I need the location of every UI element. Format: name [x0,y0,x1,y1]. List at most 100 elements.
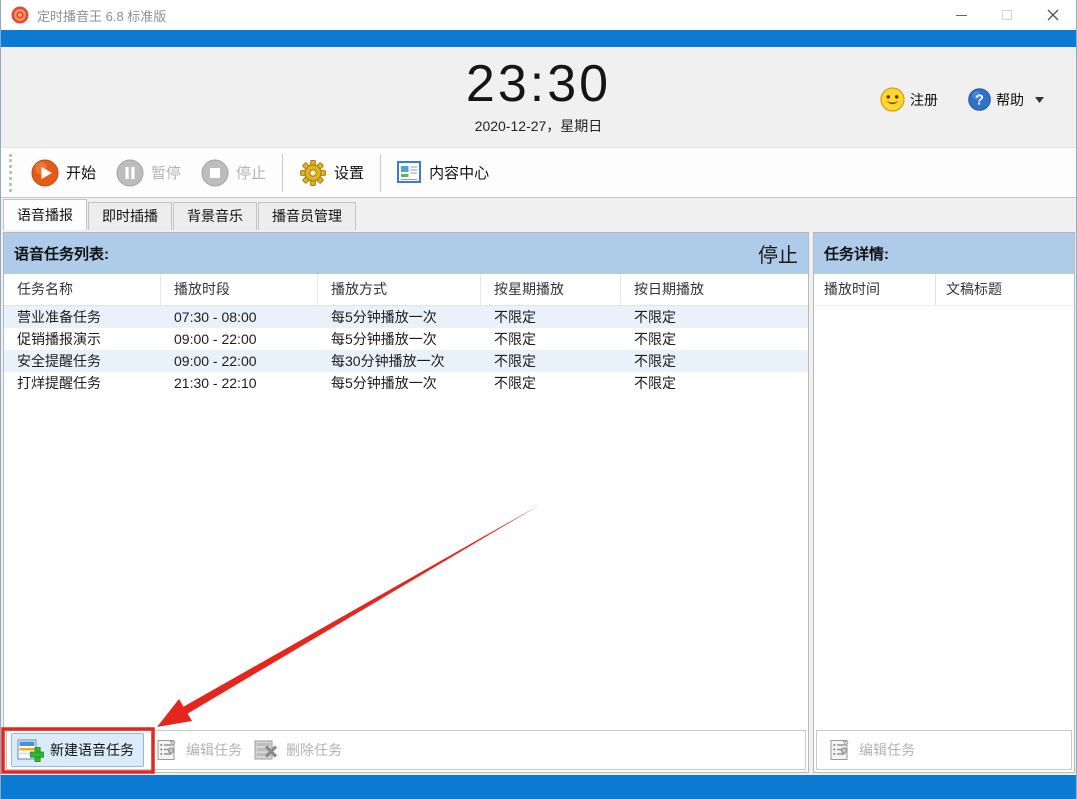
column-task-name[interactable]: 任务名称 [4,274,161,305]
task-table-header: 任务名称 播放时段 播放方式 按星期播放 按日期播放 [4,274,808,306]
edit-task-icon [157,739,176,760]
detail-edit-task-button[interactable]: 编辑任务 [829,738,915,762]
cell-by-date: 不限定 [634,331,676,347]
start-button[interactable]: 开始 [21,155,106,191]
settings-label: 设置 [334,165,365,182]
task-list-title: 语音任务列表: [14,246,109,263]
column-play-time[interactable]: 播放时间 [814,274,936,305]
new-task-icon [17,739,44,762]
window-title: 定时播音王 6.8 标准版 [37,8,167,24]
caret-down-icon [1035,96,1044,103]
task-detail-header: 任务详情: [814,233,1074,274]
new-voice-task-button[interactable]: 新建语音任务 [11,733,144,767]
start-label: 开始 [66,165,97,182]
app-window: 定时播音王 6.8 标准版 23:30 2020-12-27，星期日 注册 ? … [0,0,1077,799]
column-play-period[interactable]: 播放时段 [161,274,318,305]
tab-background-music[interactable]: 背景音乐 [173,202,257,230]
content-center-button[interactable]: 内容中心 [387,157,499,188]
cell-task-name: 营业准备任务 [17,309,101,325]
settings-button[interactable]: 设置 [289,155,374,191]
maximize-icon [1002,10,1012,20]
content-area: 语音任务列表: 停止 任务名称 播放时段 播放方式 按星期播放 按日期播放 营业… [1,230,1076,775]
task-list-header: 语音任务列表: 停止 [4,233,808,274]
app-icon [11,6,29,24]
table-row[interactable]: 打烊提醒任务 21:30 - 22:10 每5分钟播放一次 不限定 不限定 [4,372,808,394]
window-controls [938,0,1076,30]
detail-edit-task-label: 编辑任务 [859,742,915,758]
task-list-panel: 语音任务列表: 停止 任务名称 播放时段 播放方式 按星期播放 按日期播放 营业… [3,232,809,773]
stop-button[interactable]: 停止 [191,155,276,191]
column-script-title[interactable]: 文稿标题 [936,274,1074,305]
column-by-week[interactable]: 按星期播放 [481,274,621,305]
cell-by-week: 不限定 [494,331,536,347]
smiley-icon [880,87,905,112]
delete-task-icon [254,740,278,760]
cell-play-period: 09:00 - 22:00 [174,353,257,369]
cell-by-date: 不限定 [634,375,676,391]
register-button[interactable]: 注册 [880,87,938,112]
tab-bar: 语音播报 即时插播 背景音乐 播音员管理 [1,198,1076,230]
task-table-body: 营业准备任务 07:30 - 08:00 每5分钟播放一次 不限定 不限定 促销… [4,306,808,394]
header-area: 23:30 2020-12-27，星期日 注册 ? 帮助 [1,47,1076,147]
help-label: 帮助 [996,91,1024,108]
close-icon [1047,9,1059,21]
toolbar-separator [282,153,284,192]
content-center-label: 内容中心 [429,165,490,182]
cell-by-week: 不限定 [494,353,536,369]
minimize-icon [955,14,967,16]
register-label: 注册 [910,91,938,108]
cell-play-mode: 每5分钟播放一次 [331,331,437,347]
close-button[interactable] [1030,0,1076,30]
edit-task-label: 编辑任务 [186,742,242,758]
cell-play-period: 21:30 - 22:10 [174,375,257,391]
delete-task-button[interactable]: 删除任务 [254,738,342,762]
cell-by-date: 不限定 [634,309,676,325]
column-play-mode[interactable]: 播放方式 [318,274,481,305]
pause-label: 暂停 [151,165,182,182]
tab-voice-broadcast[interactable]: 语音播报 [3,199,87,230]
cell-play-period: 07:30 - 08:00 [174,309,257,325]
task-detail-title: 任务详情: [824,246,889,263]
play-icon [31,159,59,186]
account-area: 注册 ? 帮助 [880,87,1044,112]
help-icon: ? [968,88,991,111]
cell-play-mode: 每5分钟播放一次 [331,309,437,325]
cell-play-mode: 每30分钟播放一次 [331,353,445,369]
edit-task-icon [830,739,849,760]
stop-label: 停止 [236,165,267,182]
minimize-button[interactable] [938,0,984,30]
toolbar-grip [9,153,13,192]
bottom-accent-strip [1,775,1076,799]
table-row[interactable]: 安全提醒任务 09:00 - 22:00 每30分钟播放一次 不限定 不限定 [4,350,808,372]
pause-button[interactable]: 暂停 [106,155,191,191]
cell-by-week: 不限定 [494,309,536,325]
clock-date: 2020-12-27，星期日 [474,118,603,134]
cell-play-mode: 每5分钟播放一次 [331,375,437,391]
toolbar-separator [380,153,382,192]
svg-text:?: ? [975,93,984,109]
cell-task-name: 安全提醒任务 [17,353,101,369]
edit-task-button[interactable]: 编辑任务 [156,738,242,762]
top-accent-strip [1,30,1076,47]
detail-table-header: 播放时间 文稿标题 [814,274,1074,306]
detail-actions-bar: 编辑任务 [816,730,1072,770]
cell-by-week: 不限定 [494,375,536,391]
main-toolbar: 开始 暂停 停止 设置 内容中心 [1,147,1076,198]
gear-icon [300,159,327,186]
table-row[interactable]: 营业准备任务 07:30 - 08:00 每5分钟播放一次 不限定 不限定 [4,306,808,328]
task-detail-panel: 任务详情: 播放时间 文稿标题 编辑任务 [813,232,1075,773]
tab-announcer-management[interactable]: 播音员管理 [258,202,356,230]
cell-task-name: 打烊提醒任务 [17,375,101,391]
content-center-icon [397,161,422,183]
help-button[interactable]: ? 帮助 [968,88,1044,111]
cell-task-name: 促销播报演示 [17,331,101,347]
stop-icon [201,159,229,186]
column-by-date[interactable]: 按日期播放 [621,274,808,305]
table-row[interactable]: 促销播报演示 09:00 - 22:00 每5分钟播放一次 不限定 不限定 [4,328,808,350]
delete-task-label: 删除任务 [286,742,342,758]
cell-by-date: 不限定 [634,353,676,369]
tab-instant-insert[interactable]: 即时插播 [88,202,172,230]
maximize-button[interactable] [984,0,1030,30]
title-bar: 定时播音王 6.8 标准版 [1,0,1076,30]
pause-icon [116,159,144,186]
